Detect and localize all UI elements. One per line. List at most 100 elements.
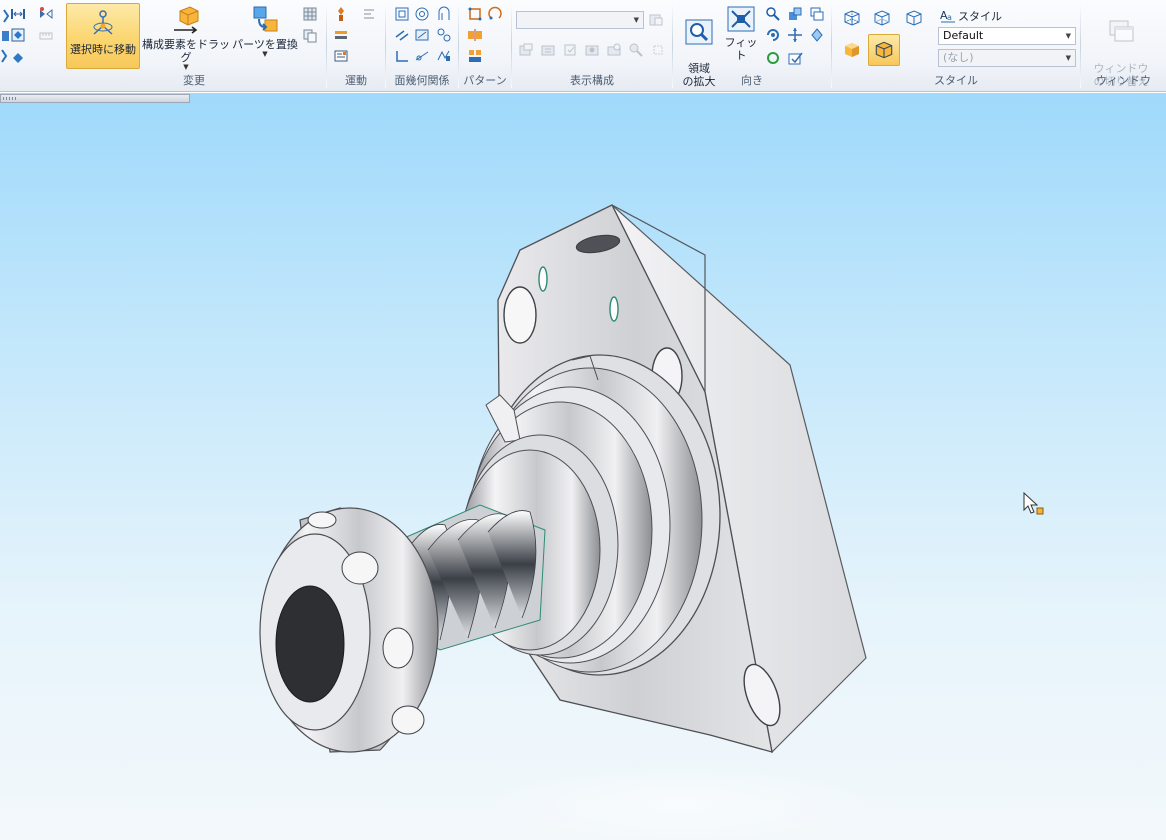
ribbon: 選択時に移動 構成要素をドラッグ ▼ パーツを置換 ▼ 変更 運動 面幾何関係 … [0, 0, 1166, 92]
style-aa-icon[interactable]: Aa [940, 7, 956, 23]
refresh-icon[interactable] [765, 50, 781, 66]
measure-icon[interactable] [38, 28, 54, 44]
windows-icon [1109, 20, 1134, 42]
ribbon-group-transform: 選択時に移動 構成要素をドラッグ ▼ パーツを置換 ▼ 変更 [62, 0, 326, 92]
locknut-radial-hole [382, 627, 414, 669]
display-config-select[interactable]: ▼ [516, 11, 644, 29]
parallel-icon[interactable] [394, 27, 410, 43]
offset-icon[interactable] [414, 27, 430, 43]
shaded-edges-style-button[interactable] [868, 34, 900, 66]
tangent-icon[interactable] [436, 6, 452, 22]
selected-pin-hole[interactable] [538, 266, 548, 292]
ribbon-group-pattern: パターン [459, 0, 511, 92]
arrow-icon[interactable] [0, 8, 10, 24]
rectangular-pattern-icon[interactable] [467, 6, 483, 22]
transform-group-label: 変更 [183, 74, 205, 87]
copy-parts-icon[interactable] [302, 28, 318, 44]
distribute-icon[interactable] [10, 6, 26, 22]
select-icon[interactable] [0, 28, 10, 44]
ribbon-group-style: Aa スタイル Default ▼ (なし) ▼ スタイル [832, 0, 1080, 92]
zoom-icon[interactable] [765, 6, 781, 22]
perpendicular-icon[interactable] [394, 48, 410, 64]
style-select[interactable]: Default ▼ [938, 27, 1076, 45]
mirror-pattern-icon[interactable] [467, 27, 483, 43]
fix-icon[interactable] [436, 48, 452, 64]
svg-text:a: a [947, 13, 952, 22]
fit-button[interactable]: フィット [721, 5, 761, 62]
chevron-down-icon: ▼ [1065, 32, 1071, 40]
bolt-hole-upper-left[interactable] [503, 286, 537, 344]
display-config-save-icon[interactable] [648, 12, 664, 28]
scroll-grip[interactable] [3, 97, 17, 100]
locknut-bore [275, 585, 345, 703]
locknut[interactable] [259, 507, 439, 753]
named-views-icon[interactable] [787, 50, 803, 66]
drag-box-icon [174, 6, 199, 34]
drag-components-button[interactable]: 構成要素をドラッグ ▼ [140, 5, 232, 71]
style-title: スタイル [958, 10, 1002, 23]
zoom-area-icon [685, 19, 713, 45]
display-config-group-label: 表示構成 [570, 74, 614, 87]
pattern-group-label: パターン [463, 74, 507, 87]
display-icon-5[interactable] [606, 42, 622, 58]
rotate-view-icon[interactable] [765, 27, 781, 43]
style-group-label: スタイル [934, 74, 978, 87]
coplanar-icon[interactable] [394, 6, 410, 22]
circular-pattern-icon[interactable] [487, 6, 503, 22]
window-group-label: ウィンドウ [1096, 74, 1151, 87]
zoom-area-button[interactable]: 領域 の拡大 [677, 5, 721, 88]
motion-options-icon[interactable] [361, 6, 377, 22]
align-icon[interactable] [10, 27, 26, 43]
fit-icon [727, 6, 755, 32]
ribbon-group-face-relations: 面幾何関係 [386, 0, 458, 92]
style-secondary-select[interactable]: (なし) ▼ [938, 49, 1076, 67]
mirror-icon[interactable] [38, 6, 54, 22]
drag-components-label: 構成要素をドラッグ [142, 38, 230, 64]
simulate-icon[interactable] [333, 27, 349, 43]
concentric-icon[interactable] [414, 6, 430, 22]
aligned-icon[interactable] [414, 48, 430, 64]
move-on-select-label: 選択時に移動 [70, 43, 136, 56]
panel-scrollbar[interactable] [0, 94, 190, 103]
move-on-select-button[interactable]: 選択時に移動 [66, 3, 140, 69]
display-icon-7[interactable] [650, 42, 666, 58]
chevron-down-icon: ▼ [633, 16, 639, 24]
spin-icon[interactable] [809, 27, 825, 43]
chevron-down-icon: ▼ [1065, 54, 1071, 62]
replace-parts-icon [253, 6, 278, 32]
ribbon-group-window: ウィンドウ の切り替え ウィンドウ [1081, 0, 1166, 92]
view-planes-icon[interactable] [809, 6, 825, 22]
hidden-edges-cube-icon[interactable] [904, 8, 924, 28]
grid-icon[interactable] [302, 6, 318, 22]
fit-label: フィット [724, 36, 758, 62]
ribbon-group-motion: 運動 [327, 0, 385, 92]
exploded-view-icon[interactable] [333, 48, 349, 64]
ribbon-group-display-config: ▼ 表示構成 [512, 0, 672, 92]
locknut-radial-hole [341, 551, 379, 585]
display-icon-3[interactable] [562, 42, 578, 58]
wireframe-cube-icon[interactable] [842, 8, 862, 28]
style-select-value: Default [943, 29, 984, 42]
display-icon-6[interactable] [628, 42, 644, 58]
assembly-model[interactable] [0, 93, 1166, 840]
rotate-icon[interactable] [0, 48, 10, 64]
face-relations-group-label: 面幾何関係 [394, 74, 450, 87]
ribbon-group-orient: 領域 の拡大 フィット 向き [673, 0, 831, 92]
replace-parts-button[interactable]: パーツを置換 ▼ [232, 5, 298, 69]
symmetric-icon[interactable] [436, 27, 452, 43]
display-icon-4[interactable] [584, 42, 600, 58]
locknut-radial-hole [391, 705, 425, 735]
pattern-table-icon[interactable] [467, 48, 483, 64]
visible-edges-cube-icon[interactable] [872, 8, 892, 28]
switch-window-button[interactable]: ウィンドウ の切り替え [1085, 5, 1157, 88]
motor-icon[interactable] [333, 6, 349, 22]
views-icon[interactable] [787, 6, 803, 22]
pan-icon[interactable] [787, 27, 803, 43]
display-icon-1[interactable] [518, 42, 534, 58]
3d-viewport[interactable] [0, 93, 1166, 840]
diamond-icon[interactable] [10, 50, 26, 66]
selected-pin-hole[interactable] [609, 296, 619, 322]
shaded-cube-icon[interactable] [842, 40, 862, 60]
chevron-down-icon: ▼ [262, 50, 268, 58]
display-icon-2[interactable] [540, 42, 556, 58]
